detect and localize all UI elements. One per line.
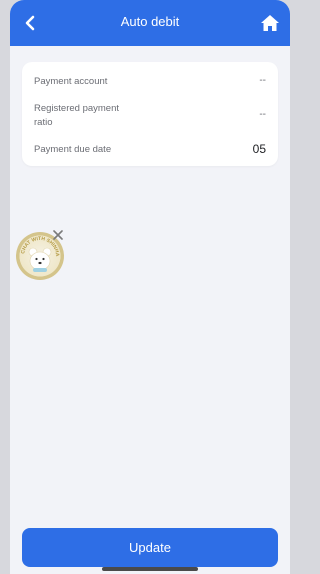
app-header: Auto debit [10,0,290,46]
chat-widget-close-button[interactable] [50,227,66,243]
chevron-left-icon [25,15,35,31]
payment-account-label: Payment account [34,76,108,87]
close-icon [53,230,63,240]
registered-ratio-label: Registered payment ratio [34,103,120,128]
page-title: Auto debit [120,14,180,29]
update-button[interactable]: Update [22,528,278,567]
home-button[interactable] [258,11,282,35]
auto-debit-details-card: Payment account -- Registered payment ra… [22,62,278,166]
due-date-label: Payment due date [34,144,112,155]
screen: Auto debit Payment account -- Registered… [10,0,290,574]
back-button[interactable] [18,11,42,35]
home-icon [261,15,279,31]
due-date-value: 05 [252,142,266,156]
home-indicator-bar [102,567,198,571]
payment-account-value: -- [259,75,266,86]
registered-ratio-value: -- [259,109,266,120]
